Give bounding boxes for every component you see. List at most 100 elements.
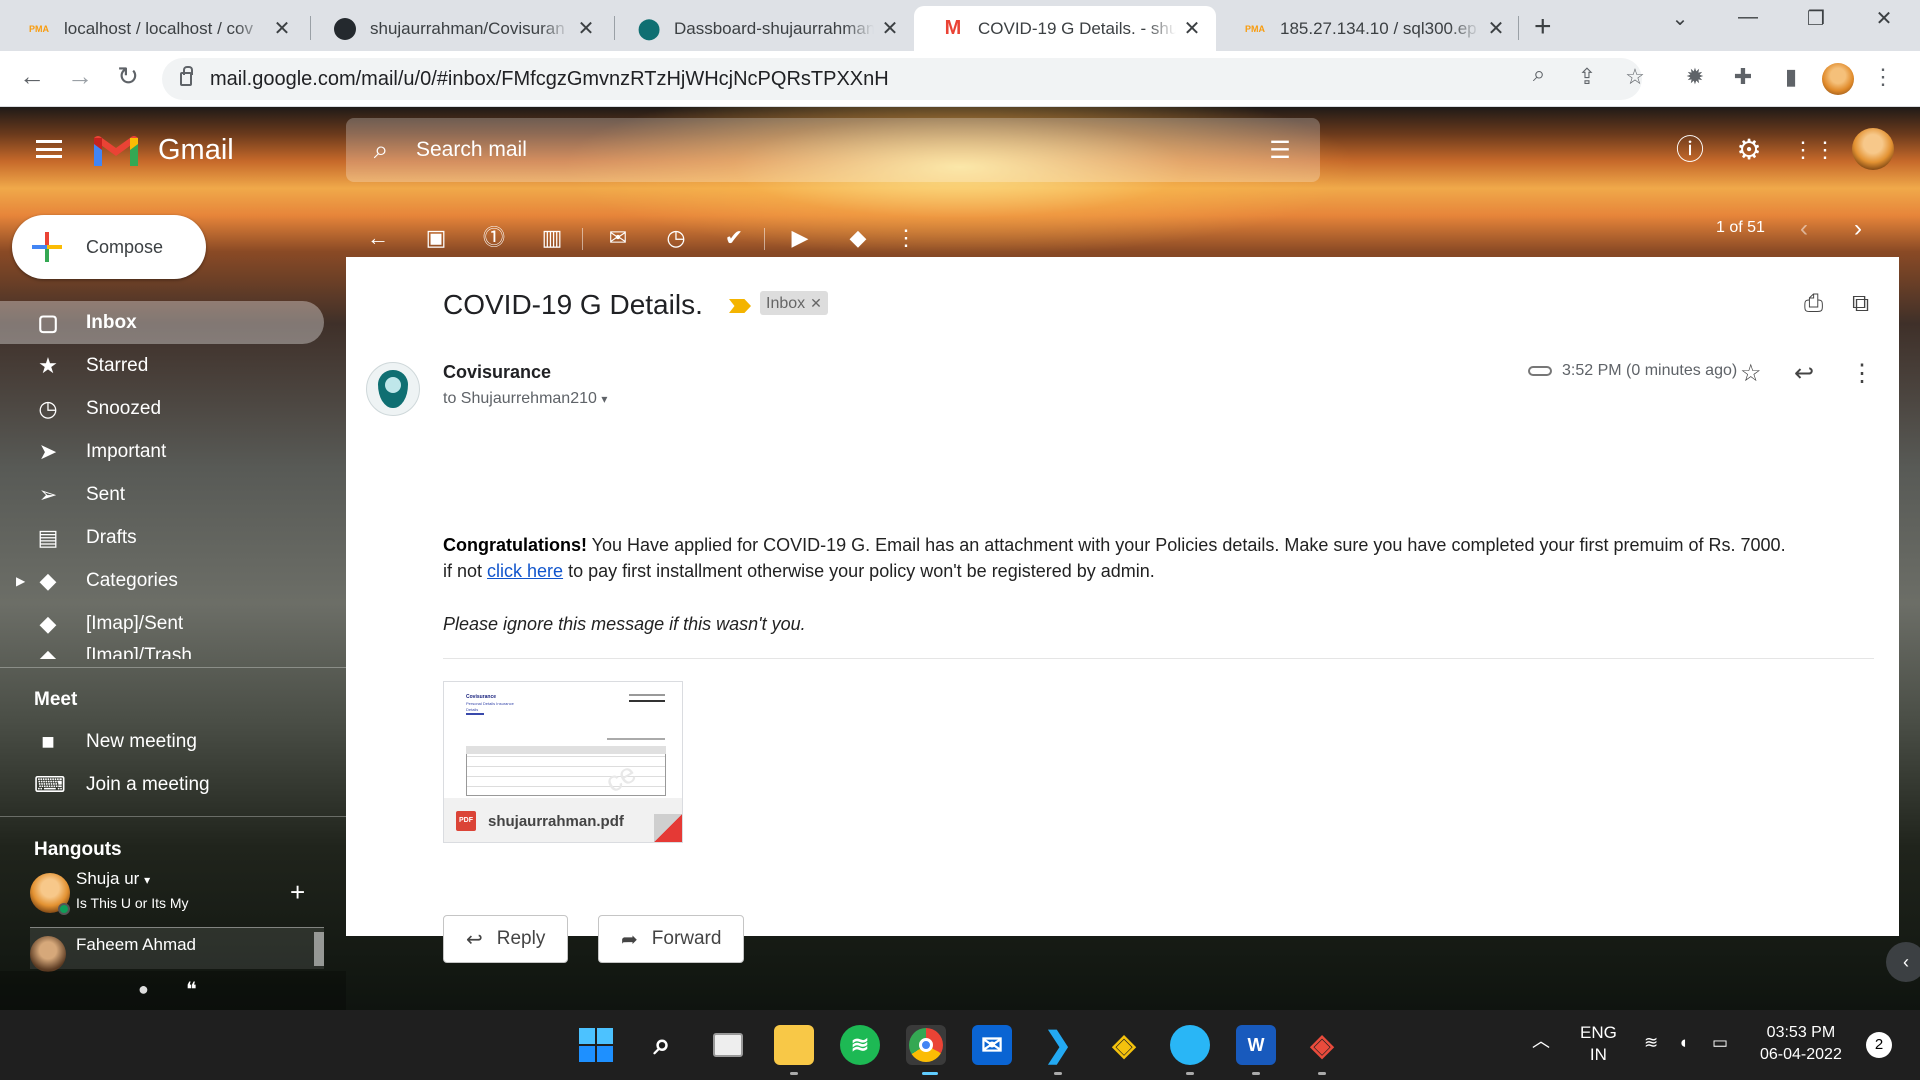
volume-icon[interactable]: ◖ <box>1678 1032 1688 1054</box>
search-icon[interactable]: ⌕ <box>346 134 416 166</box>
chevron-down-icon[interactable]: ▾ <box>144 873 150 887</box>
show-side-panel-chevron-icon[interactable]: ‹ <box>1886 942 1920 982</box>
new-meeting-link[interactable]: ■ New meeting <box>0 720 197 763</box>
compose-button[interactable]: Compose <box>12 215 206 279</box>
vscode-icon[interactable]: ❯ <box>1038 1025 1078 1065</box>
browser-tab[interactable]: ⬤ Dassboard-shujaurrahman ✕ <box>610 6 914 51</box>
battery-icon[interactable]: ▭ <box>1712 1032 1728 1054</box>
edge-dev-icon[interactable] <box>1170 1025 1210 1065</box>
wifi-icon[interactable]: ≋ <box>1644 1032 1658 1054</box>
close-tab-icon[interactable]: ✕ <box>1486 16 1506 41</box>
hangouts-scrollbar[interactable] <box>314 932 324 966</box>
hangouts-contact-row[interactable]: Faheem Ahmad <box>30 927 324 972</box>
address-bar[interactable]: mail.google.com/mail/u/0/#inbox/FMfcgzGm… <box>162 58 1642 100</box>
settings-gear-icon[interactable]: ⚙ <box>1733 134 1765 166</box>
new-conversation-plus-icon[interactable]: + <box>290 877 305 908</box>
chrome-icon[interactable] <box>906 1025 946 1065</box>
join-meeting-link[interactable]: ⌨ Join a meeting <box>0 763 210 806</box>
mark-unread-icon[interactable]: ✉ <box>600 220 636 256</box>
archive-icon[interactable]: ▣ <box>418 220 454 256</box>
snooze-icon[interactable]: ◷ <box>658 220 694 256</box>
back-icon[interactable]: ← <box>14 61 50 92</box>
attachment-card[interactable]: Covisurance Personal Details Insurance D… <box>443 681 683 843</box>
sidebar-item-imap-sent[interactable]: ◆ [Imap]/Sent <box>0 602 346 645</box>
sidebar-item-inbox[interactable]: ▢ Inbox <box>0 301 324 344</box>
inbox-label-chip[interactable]: Inbox ✕ <box>760 291 828 315</box>
report-spam-icon[interactable]: ⓵ <box>476 220 512 256</box>
word-icon[interactable]: W <box>1236 1025 1276 1065</box>
close-tab-icon[interactable]: ✕ <box>272 16 292 41</box>
expand-caret-icon[interactable]: ▶ <box>16 574 25 588</box>
show-hidden-icons-chevron[interactable]: ︿ <box>1532 1030 1550 1052</box>
contacts-person-icon[interactable]: ● <box>138 979 149 1000</box>
remove-label-icon[interactable]: ✕ <box>810 295 822 311</box>
browser-tab[interactable]: shujaurrahman/Covisuran ✕ <box>306 6 610 51</box>
reload-icon[interactable]: ↻ <box>110 61 146 92</box>
file-explorer-icon[interactable] <box>774 1025 814 1065</box>
sidebar-item-imap-trash[interactable]: ◆ [Imap]/Trash <box>0 645 346 659</box>
clock[interactable]: 03:53 PM 06-04-2022 <box>1760 1022 1842 1066</box>
pay-installment-link[interactable]: click here <box>487 561 563 581</box>
move-to-icon[interactable]: ▶ <box>782 220 818 256</box>
forward-button[interactable]: ➦ Forward <box>598 915 745 963</box>
search-options-icon[interactable]: ☰ <box>1240 136 1320 165</box>
search-bar[interactable]: ⌕ Search mail ☰ <box>346 118 1320 182</box>
help-icon[interactable]: ⓘ <box>1674 134 1706 166</box>
notification-badge[interactable]: 2 <box>1866 1032 1892 1058</box>
chevron-down-icon[interactable]: ▾ <box>601 392 607 406</box>
git-tool-icon[interactable]: ◈ <box>1104 1025 1144 1065</box>
delete-icon[interactable]: ▥ <box>534 220 570 256</box>
hangouts-user-name[interactable]: Shuja ur ▾ <box>76 869 150 889</box>
apps-grid-icon[interactable]: ⋮⋮ <box>1792 134 1836 166</box>
side-panel-icon[interactable]: ▮ <box>1776 64 1806 90</box>
important-marker-icon[interactable] <box>729 299 751 313</box>
browser-tab-active[interactable]: M COVID-19 G Details. - shu ✕ <box>914 6 1216 51</box>
reply-button[interactable]: ↩ Reply <box>443 915 569 963</box>
share-icon[interactable]: ⇪ <box>1572 64 1602 90</box>
sidebar-item-snoozed[interactable]: ◷ Snoozed <box>0 387 346 430</box>
back-to-inbox-icon[interactable]: ← <box>360 220 396 256</box>
main-menu-icon[interactable] <box>36 140 62 158</box>
git-kraken-icon[interactable]: ◈ <box>1302 1025 1342 1065</box>
new-tab-button[interactable]: + <box>1534 10 1552 44</box>
windows-start-icon[interactable] <box>576 1025 616 1065</box>
newer-chevron-left-icon[interactable]: ‹ <box>1800 215 1808 243</box>
tab-search-icon[interactable]: ⌄ <box>1660 6 1700 31</box>
sidebar-item-important[interactable]: ➤ Important <box>0 430 346 473</box>
close-window-button[interactable]: ✕ <box>1864 6 1904 31</box>
add-to-tasks-icon[interactable]: ✔ <box>716 220 752 256</box>
open-new-window-icon[interactable]: ⧉ <box>1852 290 1869 318</box>
search-input[interactable]: Search mail <box>416 138 1240 162</box>
sidebar-item-categories[interactable]: ▶ ◆ Categories <box>0 559 346 602</box>
bookmark-star-icon[interactable]: ☆ <box>1620 64 1650 90</box>
older-chevron-right-icon[interactable]: › <box>1854 215 1862 243</box>
more-options-icon[interactable]: ⋮ <box>888 220 924 256</box>
restore-button[interactable]: ❐ <box>1796 6 1836 31</box>
forward-icon[interactable]: → <box>62 61 98 92</box>
mail-app-icon[interactable]: ✉ <box>972 1025 1012 1065</box>
message-more-icon[interactable]: ⋮ <box>1850 359 1874 388</box>
browser-menu-icon[interactable]: ⋮ <box>1868 64 1898 90</box>
language-indicator[interactable]: ENG IN <box>1580 1022 1617 1066</box>
task-view-icon[interactable] <box>708 1025 748 1065</box>
minimize-button[interactable]: — <box>1728 6 1768 29</box>
zoom-icon[interactable]: ⌕ <box>1524 61 1554 87</box>
sidebar-item-starred[interactable]: ★ Starred <box>0 344 346 387</box>
close-tab-icon[interactable]: ✕ <box>576 16 596 41</box>
browser-tab[interactable]: PMA 185.27.134.10 / sql300.ep ✕ <box>1216 6 1520 51</box>
recipient-line[interactable]: to Shujaurrehman210 ▾ <box>443 390 607 408</box>
account-avatar[interactable] <box>1852 128 1894 170</box>
spotify-icon[interactable]: ≋ <box>840 1025 880 1065</box>
star-message-icon[interactable]: ☆ <box>1740 359 1762 388</box>
close-tab-icon[interactable]: ✕ <box>1182 16 1202 41</box>
sidebar-item-drafts[interactable]: ▤ Drafts <box>0 516 346 559</box>
browser-tab[interactable]: PMA localhost / localhost / cov ✕ <box>0 6 306 51</box>
taskbar-search-icon[interactable]: ⌕ <box>642 1025 682 1065</box>
sidebar-item-sent[interactable]: ➢ Sent <box>0 473 346 516</box>
extensions-puzzle-icon[interactable]: ✚ <box>1728 64 1758 90</box>
print-icon[interactable]: ⎙ <box>1804 290 1823 318</box>
close-tab-icon[interactable]: ✕ <box>880 16 900 41</box>
labels-icon[interactable]: ◆ <box>840 220 876 256</box>
extension-bug-icon[interactable]: ✹ <box>1680 64 1710 90</box>
reply-icon[interactable]: ↩ <box>1794 359 1814 388</box>
